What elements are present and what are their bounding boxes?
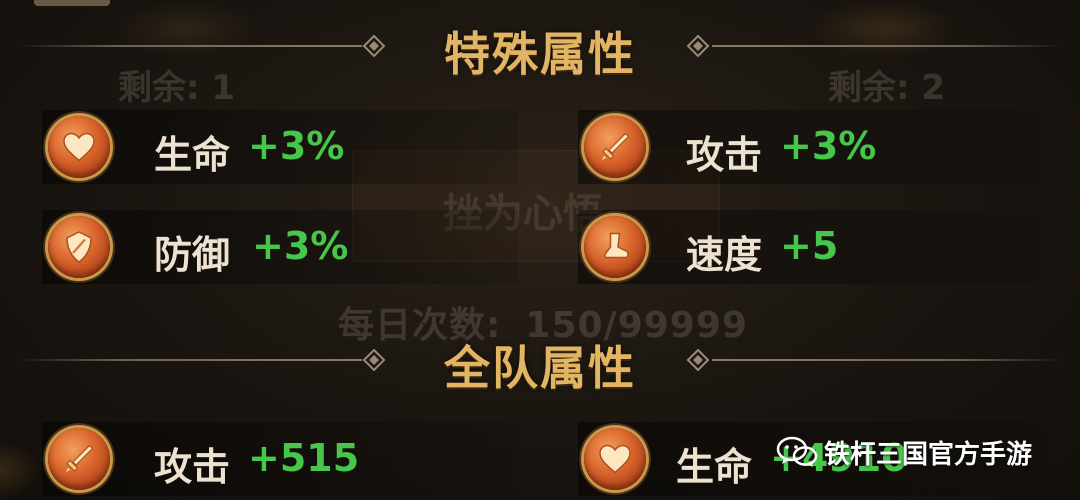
- stat-value: +515: [248, 436, 360, 480]
- diamond-ornament-icon: [362, 348, 386, 372]
- background-glow: [0, 440, 40, 500]
- special-stat-attack: 攻击 +3%: [578, 110, 1042, 184]
- team-stat-attack: 攻击 +515: [42, 422, 518, 496]
- watermark: 铁杆三国官方手游: [776, 432, 1032, 472]
- boot-icon: [584, 216, 646, 278]
- special-attributes-header: 特殊属性: [0, 16, 1080, 81]
- sword-icon: [584, 116, 646, 178]
- shield-icon: [48, 216, 110, 278]
- stat-label: 生命: [154, 133, 231, 177]
- heart-icon: [584, 428, 646, 490]
- wechat-icon: [776, 436, 818, 467]
- special-stat-defense: 防御 +3%: [42, 210, 518, 284]
- stat-label: 防御: [154, 233, 231, 277]
- stat-value: +5: [780, 224, 839, 268]
- stat-label: 速度: [686, 233, 763, 277]
- sword-icon: [48, 428, 110, 490]
- watermark-text: 铁杆三国官方手游: [824, 439, 1033, 470]
- stat-label: 生命: [676, 445, 753, 489]
- stat-value: +3%: [252, 224, 349, 268]
- diamond-ornament-icon: [686, 348, 710, 372]
- stat-label: 攻击: [154, 445, 231, 489]
- stat-label: 攻击: [686, 133, 763, 177]
- diamond-ornament-icon: [686, 34, 710, 58]
- stat-value: +3%: [248, 124, 345, 168]
- team-attributes-title: 全队属性: [444, 341, 636, 395]
- stat-value: +3%: [780, 124, 877, 168]
- header-divider-left: [16, 359, 362, 361]
- special-stat-hp: 生命 +3%: [42, 110, 518, 184]
- header-divider-right: [712, 359, 1064, 361]
- header-divider-left: [16, 45, 362, 47]
- header-divider-right: [712, 45, 1064, 47]
- heart-icon: [48, 116, 110, 178]
- special-attributes-title: 特殊属性: [444, 27, 636, 81]
- special-stat-speed: 速度 +5: [578, 210, 1042, 284]
- top-left-tab: [34, 0, 110, 6]
- team-attributes-header: 全队属性: [0, 330, 1080, 395]
- diamond-ornament-icon: [362, 34, 386, 58]
